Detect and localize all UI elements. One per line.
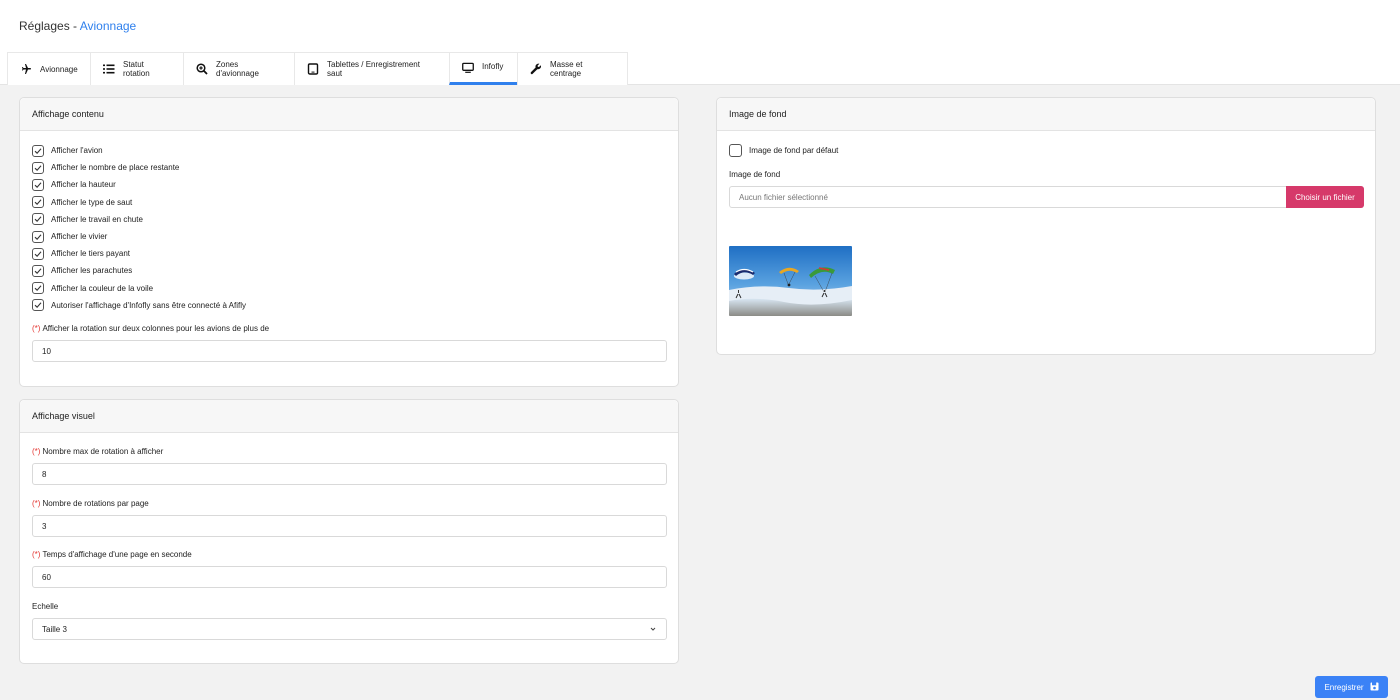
page-display-time-label: (*) Temps d'affichage d'une page en secon… [32, 550, 192, 559]
checkbox-label: Afficher l'avion [51, 146, 103, 156]
list-icon [103, 63, 115, 75]
tab-label: Masse et centrage [550, 60, 583, 78]
max-rotation-label: (*) Nombre max de rotation à afficher [32, 447, 163, 456]
panel-image-de-fond: Image de fond Image de fond par défaut I… [716, 97, 1376, 355]
checkbox-checked[interactable] [32, 264, 44, 277]
save-button-label: Enregistrer [1324, 682, 1364, 692]
background-file-input[interactable]: Aucun fichier sélectionné Choisir un fic… [729, 186, 1364, 208]
scale-select-value: Taille 3 [42, 624, 67, 634]
checkbox-checked[interactable] [32, 144, 44, 157]
zoom-icon [196, 63, 208, 75]
panel-title: Image de fond [717, 98, 1375, 131]
plane-icon [20, 63, 32, 75]
checkbox-couleur-voile[interactable]: Afficher la couleur de la voile [32, 280, 246, 297]
tab-label: Avionnage [40, 64, 78, 74]
tab-label: Zones d'avionnage [216, 60, 259, 78]
monitor-icon [462, 62, 474, 74]
save-button[interactable]: Enregistrer [1315, 676, 1388, 698]
rotations-per-page-label: (*) Nombre de rotations par page [32, 499, 149, 508]
field-label-text: Temps d'affichage d'une page en seconde [42, 550, 192, 559]
tab-statut-rotation[interactable]: Statut rotation [90, 52, 184, 85]
panel-affichage-contenu: Affichage contenu Afficher l'avion Affic… [19, 97, 679, 387]
checkbox-checked[interactable] [32, 213, 44, 226]
checkbox-label: Afficher le type de saut [51, 197, 133, 207]
checkbox-label: Image de fond par défaut [749, 146, 839, 156]
tab-tablettes[interactable]: Tablettes / Enregistrement saut [294, 52, 450, 85]
checkbox-label: Afficher la couleur de la voile [51, 283, 154, 293]
two-columns-input[interactable]: 10 [32, 340, 667, 362]
rotations-per-page-input[interactable]: 3 [32, 515, 667, 537]
page-title: Réglages - Avionnage [19, 19, 136, 33]
checkbox-type-saut[interactable]: Afficher le type de saut [32, 194, 246, 211]
checkbox-parachutes[interactable]: Afficher les parachutes [32, 262, 246, 279]
background-image-preview [729, 246, 852, 316]
tab-label: Infofly [482, 62, 504, 71]
choose-file-button[interactable]: Choisir un fichier [1286, 186, 1364, 208]
page-title-main: Réglages [19, 19, 70, 33]
required-marker: (*) [32, 499, 41, 508]
scale-select[interactable]: Taille 3 [32, 618, 667, 640]
max-rotation-input[interactable]: 8 [32, 463, 667, 485]
tab-infofly[interactable]: Infofly [449, 52, 518, 85]
checkbox-checked[interactable] [32, 161, 44, 174]
page-display-time-input[interactable]: 60 [32, 566, 667, 588]
tablet-icon [307, 63, 319, 75]
required-marker: (*) [32, 447, 41, 456]
field-label-text: Nombre de rotations par page [42, 499, 149, 508]
tab-label: Tablettes / Enregistrement saut [327, 60, 420, 78]
field-label-text: Afficher la rotation sur deux colonnes p… [42, 324, 270, 333]
panel-title: Affichage contenu [20, 98, 678, 131]
required-marker: (*) [32, 324, 41, 333]
checkbox-checked[interactable] [32, 299, 44, 312]
panel-title: Affichage visuel [20, 400, 678, 433]
checkbox-autoriser-sans-connexion[interactable]: Autoriser l'affichage d'Infofly sans êtr… [32, 297, 246, 314]
checkbox-checked[interactable] [32, 196, 44, 209]
tab-avionnage[interactable]: Avionnage [7, 52, 91, 85]
top-header: Réglages - Avionnage Avionnage Statut ro… [0, 0, 1400, 85]
field-label-text: Nombre max de rotation à afficher [42, 447, 164, 456]
tab-masse-centrage[interactable]: Masse et centrage [517, 52, 628, 85]
settings-tabs: Avionnage Statut rotation Zones d'avionn… [7, 52, 628, 85]
tab-label: Statut rotation [123, 60, 150, 78]
content-checkbox-list: Afficher l'avion Afficher le nombre de p… [32, 142, 246, 314]
checkbox-tiers-payant[interactable]: Afficher le tiers payant [32, 245, 246, 262]
checkbox-label: Afficher le nombre de place restante [51, 163, 180, 173]
checkbox-label: Autoriser l'affichage d'Infofly sans êtr… [51, 300, 247, 310]
checkbox-checked[interactable] [32, 178, 44, 191]
floppy-disk-icon [1370, 682, 1379, 693]
scale-label: Echelle [32, 602, 59, 611]
checkbox-hauteur[interactable]: Afficher la hauteur [32, 176, 246, 193]
required-marker: (*) [32, 550, 41, 559]
checkbox-afficher-avion[interactable]: Afficher l'avion [32, 142, 246, 159]
wrench-icon [530, 63, 542, 75]
checkbox-unchecked[interactable] [729, 144, 742, 158]
checkbox-vivier[interactable]: Afficher le vivier [32, 228, 246, 245]
checkbox-label: Afficher le tiers payant [51, 249, 131, 259]
checkbox-label: Afficher le vivier [51, 232, 108, 242]
checkbox-label: Afficher la hauteur [51, 180, 116, 190]
checkbox-checked[interactable] [32, 247, 44, 260]
panel-affichage-visuel: Affichage visuel (*) Nombre max de rotati… [19, 399, 679, 664]
checkbox-travail-chute[interactable]: Afficher le travail en chute [32, 211, 246, 228]
checkbox-checked[interactable] [32, 230, 44, 243]
checkbox-label: Afficher les parachutes [51, 266, 133, 276]
checkbox-label: Afficher le travail en chute [51, 214, 143, 224]
page-title-separator: - [69, 19, 80, 33]
checkbox-default-background[interactable]: Image de fond par défaut [729, 142, 838, 159]
tab-zones-avionnage[interactable]: Zones d'avionnage [183, 52, 295, 85]
background-file-label: Image de fond [729, 170, 781, 179]
file-placeholder: Aucun fichier sélectionné [739, 193, 828, 202]
checkbox-checked[interactable] [32, 282, 44, 295]
page-title-section: Avionnage [79, 19, 137, 33]
chevron-down-icon [649, 625, 657, 633]
checkbox-nombre-place[interactable]: Afficher le nombre de place restante [32, 159, 246, 176]
two-columns-label: (*) Afficher la rotation sur deux colonne… [32, 324, 269, 333]
